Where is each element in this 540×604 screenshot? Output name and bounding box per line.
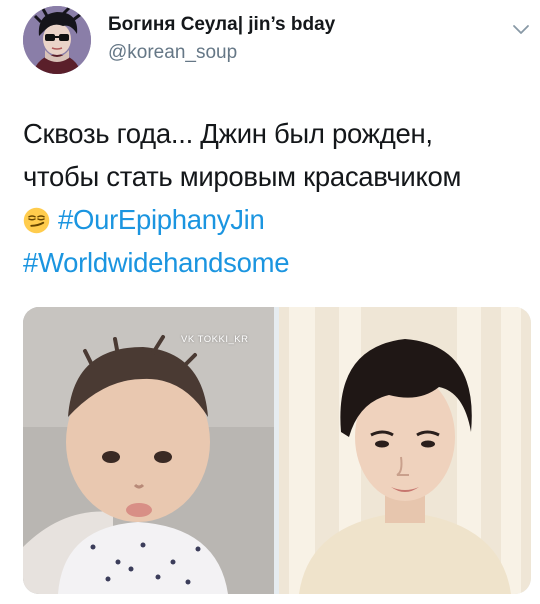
chevron-down-icon[interactable] bbox=[512, 24, 530, 36]
display-name[interactable]: Богиня Сеула| jin’s bday bbox=[108, 14, 335, 36]
baby-photo[interactable]: VK TOKKI_KR bbox=[23, 307, 274, 594]
media-grid[interactable]: VK TOKKI_KR bbox=[23, 307, 531, 594]
tweet-text-line: чтобы стать мировым красавчиком bbox=[23, 161, 462, 192]
hashtag-link[interactable]: #Worldwidehandsome bbox=[23, 247, 290, 278]
watermark: VK TOKKI_KR bbox=[181, 334, 249, 345]
tweet-text-line: Сквозь года... Джин был рожден, bbox=[23, 118, 433, 149]
smirking-face-emoji bbox=[23, 207, 50, 234]
avatar[interactable] bbox=[23, 6, 91, 74]
hashtag-line: #Worldwidehandsome bbox=[23, 241, 528, 284]
tweet: Богиня Сеула| jin’s bday @korean_soup Ск… bbox=[0, 0, 540, 604]
hashtag-link[interactable]: #OurEpiphanyJin bbox=[58, 204, 265, 235]
hashtag-line: #OurEpiphanyJin bbox=[23, 198, 528, 241]
user-handle[interactable]: @korean_soup bbox=[108, 42, 237, 64]
tweet-text: Сквозь года... Джин был рожден, чтобы ст… bbox=[23, 112, 528, 284]
portrait-photo[interactable] bbox=[279, 307, 531, 594]
